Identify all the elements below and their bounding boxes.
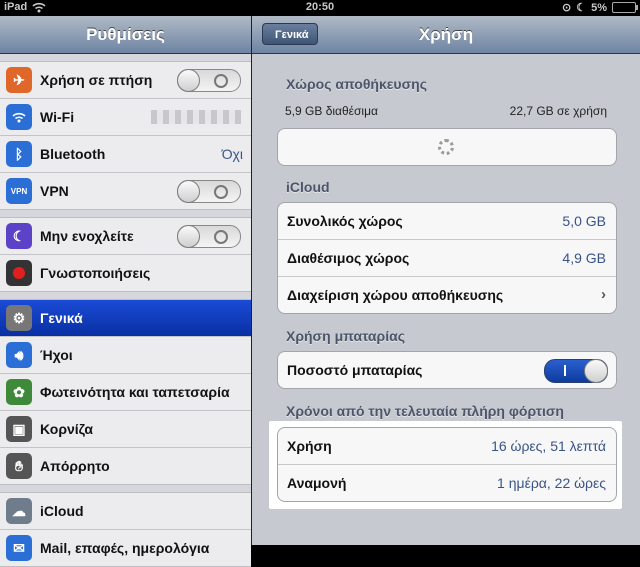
sidebar-group-connectivity: ✈ Χρήση σε πτήση Wi-Fi ᛒ Bluetooth Όχι V… xyxy=(0,61,251,210)
sidebar-item-vpn[interactable]: VPN VPN xyxy=(0,173,251,209)
picture-frame-icon: ▣ xyxy=(6,416,32,442)
storage-available: 5,9 GB διαθέσιμα xyxy=(285,104,378,118)
icloud-group: Συνολικός χώρος 5,0 GB Διαθέσιμος χώρος … xyxy=(277,202,617,314)
sidebar-item-label: Κορνίζα xyxy=(40,421,93,437)
mail-icon: ✉ xyxy=(6,535,32,561)
airplane-icon: ✈ xyxy=(6,67,32,93)
speaker-icon: 🔊︎ xyxy=(6,342,32,368)
row-label: Αναμονή xyxy=(287,475,347,491)
chevron-right-icon: › xyxy=(601,286,606,303)
sidebar-item-label: Φωτεινότητα και ταπετσαρία xyxy=(40,384,230,400)
sidebar-item-label: Γνωστοποιήσεις xyxy=(40,265,151,281)
vpn-icon: VPN xyxy=(6,178,32,204)
gear-icon: ⚙ xyxy=(6,305,32,331)
sidebar-item-privacy[interactable]: ✋︎ Απόρρητο xyxy=(0,448,251,484)
sidebar-group-notifications: ☾ Μην ενοχλείτε Γνωστοποιήσεις xyxy=(0,217,251,292)
sidebar-item-airplane-mode[interactable]: ✈ Χρήση σε πτήση xyxy=(0,62,251,99)
battery-usage-header: Χρήση μπαταρίας xyxy=(286,328,405,344)
moon-icon: ☾ xyxy=(6,223,32,249)
sidebar-item-picture-frame[interactable]: ▣ Κορνίζα xyxy=(0,411,251,448)
sidebar-item-brightness-wallpaper[interactable]: ✿ Φωτεινότητα και ταπετσαρία xyxy=(0,374,251,411)
sidebar-item-do-not-disturb[interactable]: ☾ Μην ενοχλείτε xyxy=(0,218,251,255)
sidebar-item-bluetooth[interactable]: ᛒ Bluetooth Όχι xyxy=(0,136,251,173)
storage-header: Χώρος αποθήκευσης xyxy=(286,76,427,92)
airplane-mode-toggle[interactable] xyxy=(177,69,241,92)
vpn-toggle[interactable] xyxy=(177,180,241,203)
row-label: Χρήση xyxy=(287,438,332,454)
icloud-header: iCloud xyxy=(286,179,330,195)
since-charge-header: Χρόνοι από την τελευταία πλήρη φόρτιση xyxy=(286,403,564,419)
sidebar-item-label: Ήχοι xyxy=(40,347,73,363)
battery-percent: 5% xyxy=(591,1,607,14)
row-label: Διαθέσιμος χώρος xyxy=(287,250,410,266)
battery-percentage-toggle[interactable] xyxy=(544,359,608,383)
sidebar-item-general[interactable]: ⚙ Γενικά xyxy=(0,300,251,337)
clock: 20:50 xyxy=(305,1,335,13)
sidebar-item-label: Μην ενοχλείτε xyxy=(40,228,134,244)
battery-group: Ποσοστό μπαταρίας xyxy=(277,351,617,389)
sidebar-item-notifications[interactable]: Γνωστοποιήσεις xyxy=(0,255,251,291)
sidebar-item-sounds[interactable]: 🔊︎ Ήχοι xyxy=(0,337,251,374)
sidebar-item-mail[interactable]: ✉ Mail, επαφές, ημερολόγια xyxy=(0,530,251,566)
sidebar-item-label: Bluetooth xyxy=(40,146,106,162)
icloud-total-row: Συνολικός χώρος 5,0 GB xyxy=(278,203,616,240)
page-title: Χρήση xyxy=(418,25,474,44)
status-bar: iPad 20:50 ⊙ ☾ 5% xyxy=(0,0,640,16)
moon-status-icon: ☾ xyxy=(576,2,587,14)
row-value: 1 ημέρα, 22 ώρες xyxy=(497,475,606,491)
detail-nav-bar: Γενικά Χρήση xyxy=(252,16,640,54)
usage-time-row: Χρήση 16 ώρες, 51 λεπτά xyxy=(278,428,616,465)
do-not-disturb-toggle[interactable] xyxy=(177,225,241,248)
cloud-icon: ☁ xyxy=(6,498,32,524)
sidebar-group-general: ⚙ Γενικά 🔊︎ Ήχοι ✿ Φωτεινότητα και ταπετ… xyxy=(0,299,251,485)
row-label: Συνολικός χώρος xyxy=(287,213,403,229)
sidebar-item-label: Απόρρητο xyxy=(40,458,110,474)
sidebar-title: Ρυθμίσεις xyxy=(0,16,251,54)
usage-detail-pane: Γενικά Χρήση Χώρος αποθήκευσης 5,9 GB δι… xyxy=(252,16,640,545)
hand-icon: ✋︎ xyxy=(6,453,32,479)
sidebar-group-accounts: ☁ iCloud ✉ Mail, επαφές, ημερολόγια xyxy=(0,492,251,567)
battery-icon xyxy=(612,2,638,13)
sidebar-item-label: VPN xyxy=(40,183,69,199)
sidebar-item-icloud[interactable]: ☁ iCloud xyxy=(0,493,251,530)
sidebar-item-label: Wi-Fi xyxy=(40,109,75,125)
flower-icon: ✿ xyxy=(6,379,32,405)
wifi-network-name-redacted xyxy=(151,110,241,124)
row-label: Διαχείριση χώρου αποθήκευσης xyxy=(287,287,504,303)
notifications-icon xyxy=(6,260,32,286)
lock-rotation-icon: ⊙ xyxy=(562,2,572,14)
row-label: Ποσοστό μπαταρίας xyxy=(287,362,423,378)
sidebar-item-label: Γενικά xyxy=(40,310,83,326)
battery-percentage-row: Ποσοστό μπαταρίας xyxy=(278,352,616,388)
manage-storage-row[interactable]: Διαχείριση χώρου αποθήκευσης › xyxy=(278,277,616,313)
standby-time-row: Αναμονή 1 ημέρα, 22 ώρες xyxy=(278,465,616,501)
bluetooth-icon: ᛒ xyxy=(6,141,32,167)
sidebar-item-wifi[interactable]: Wi-Fi xyxy=(0,99,251,136)
wifi-icon xyxy=(6,104,32,130)
settings-sidebar: Ρυθμίσεις ✈ Χρήση σε πτήση Wi-Fi ᛒ Bluet… xyxy=(0,16,252,567)
storage-app-list xyxy=(277,128,617,166)
sidebar-item-label: Mail, επαφές, ημερολόγια xyxy=(40,540,210,556)
icloud-available-row: Διαθέσιμος χώρος 4,9 GB xyxy=(278,240,616,277)
sidebar-item-label: iCloud xyxy=(40,503,84,519)
row-value: 16 ώρες, 51 λεπτά xyxy=(491,438,606,454)
row-value: 4,9 GB xyxy=(562,250,606,266)
storage-used: 22,7 GB σε χρήση xyxy=(509,104,607,118)
since-charge-group: Χρήση 16 ώρες, 51 λεπτά Αναμονή 1 ημέρα,… xyxy=(277,427,617,502)
sidebar-item-label: Χρήση σε πτήση xyxy=(40,72,153,88)
row-value: 5,0 GB xyxy=(562,213,606,229)
loading-spinner-icon xyxy=(438,139,454,155)
storage-summary: 5,9 GB διαθέσιμα 22,7 GB σε χρήση xyxy=(285,104,607,118)
bluetooth-status: Όχι xyxy=(221,146,243,162)
